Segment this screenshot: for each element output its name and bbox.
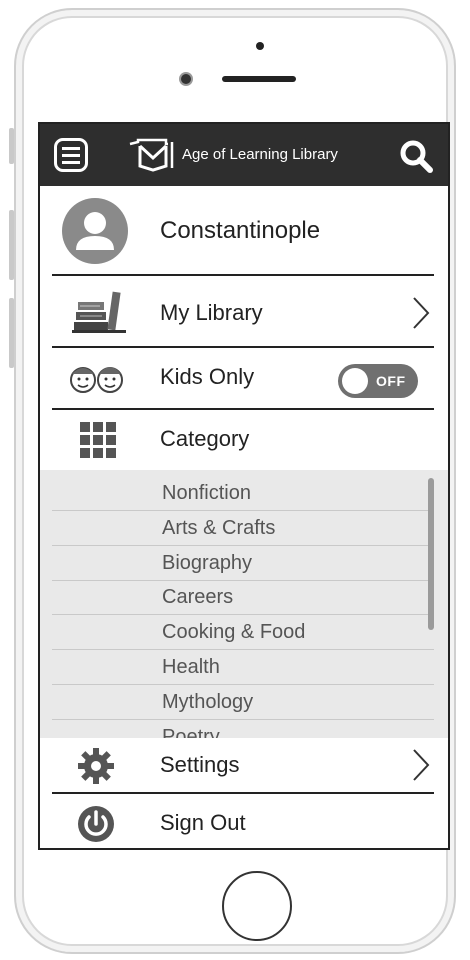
books-icon [72, 291, 126, 333]
front-camera [181, 74, 191, 84]
kids-faces-icon [70, 367, 123, 393]
category-item-label: Careers [162, 586, 234, 608]
category-item[interactable]: Cooking & Food [52, 615, 434, 650]
open-book-logo-icon [129, 138, 174, 172]
my-library-label: My Library [160, 300, 263, 325]
category-item[interactable]: Nonfiction [52, 476, 434, 511]
user-avatar-icon[interactable] [62, 198, 128, 264]
category-item-label: Cooking & Food [162, 621, 306, 643]
search-icon[interactable] [398, 138, 434, 174]
menu-item-settings[interactable]: Settings [40, 738, 448, 792]
grid-icon [80, 422, 116, 458]
profile-name: Constantinople [160, 217, 321, 244]
category-item-label: Arts & Crafts [162, 517, 276, 539]
category-item[interactable]: Health [52, 650, 434, 685]
app-screen: Age of Learning Library Constantinople M… [38, 122, 450, 850]
kids-only-label: Kids Only [160, 364, 255, 389]
category-label: Category [160, 426, 250, 451]
settings-label: Settings [160, 752, 240, 777]
chevron-right-icon [413, 749, 430, 781]
menu-item-category[interactable]: Category [40, 410, 448, 470]
gear-icon [78, 748, 114, 784]
app-title: Age of Learning Library [182, 146, 338, 163]
toggle-knob [342, 368, 368, 394]
category-item[interactable]: Mythology [52, 685, 434, 720]
category-item-label: Nonfiction [162, 482, 251, 504]
kids-only-toggle[interactable]: OFF [338, 364, 418, 398]
category-item-label: Biography [162, 552, 253, 574]
category-item-label: Poetry [162, 726, 220, 738]
power-icon [78, 806, 114, 842]
menu-item-sign-out[interactable]: Sign Out [40, 794, 448, 848]
chevron-right-icon [413, 297, 430, 329]
home-button[interactable] [222, 871, 292, 941]
category-item[interactable]: Biography [52, 546, 434, 581]
category-item[interactable]: Arts & Crafts [52, 511, 434, 546]
hamburger-menu-icon[interactable] [54, 138, 88, 172]
category-item[interactable]: Poetry [52, 720, 434, 738]
menu-item-my-library[interactable]: My Library [40, 276, 448, 346]
category-scrollbar[interactable] [428, 478, 434, 630]
category-item[interactable]: Careers [52, 580, 434, 615]
category-item-label: Mythology [162, 691, 254, 713]
top-bar: Age of Learning Library [40, 124, 448, 186]
toggle-state-text: OFF [376, 373, 406, 389]
proximity-sensor [256, 42, 264, 50]
earpiece-speaker [222, 76, 296, 82]
category-item-label: Health [162, 656, 220, 678]
sign-out-label: Sign Out [160, 810, 246, 835]
category-list[interactable]: Nonfiction Arts & Crafts Biography Caree… [40, 470, 448, 738]
